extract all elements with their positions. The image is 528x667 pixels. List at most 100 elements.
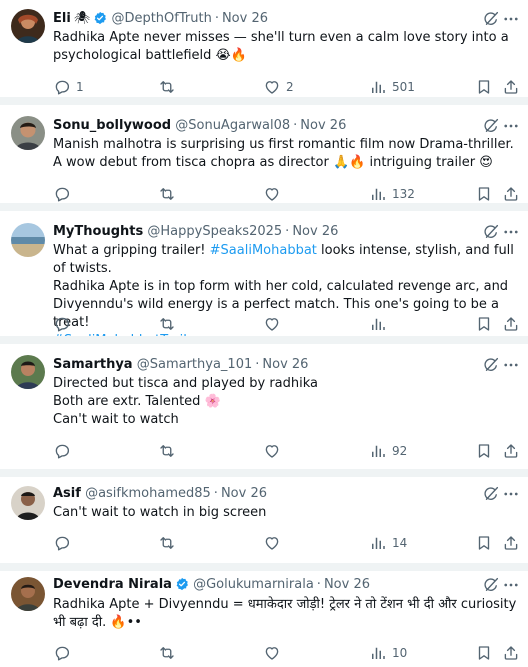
views-icon	[369, 644, 387, 662]
like-button[interactable]	[263, 441, 286, 461]
reply-button[interactable]	[53, 314, 76, 334]
avatar[interactable]	[11, 355, 45, 389]
tweet-header: Devendra Nirala @Golukumarnirala · Nov 26	[53, 575, 476, 595]
hashtag-link[interactable]: #SaaliMohabbat	[210, 243, 317, 258]
retweet-button[interactable]	[158, 77, 181, 97]
share-button[interactable]	[502, 184, 520, 204]
like-button[interactable]	[263, 533, 286, 553]
retweet-button[interactable]	[158, 184, 181, 204]
bookmark-button[interactable]	[475, 441, 493, 461]
retweet-button[interactable]	[158, 643, 181, 663]
views-button[interactable]: 132	[369, 184, 415, 204]
timestamp[interactable]: Nov 26	[292, 224, 338, 239]
separator-dot: ·	[213, 486, 218, 501]
views-icon	[369, 78, 387, 96]
more-icon[interactable]	[502, 117, 520, 135]
avatar[interactable]	[11, 116, 45, 150]
more-icon[interactable]	[502, 10, 520, 28]
share-button[interactable]	[502, 441, 520, 461]
tweet-divider	[0, 336, 528, 344]
share-icon	[502, 185, 520, 203]
reply-icon	[53, 315, 71, 333]
tweet-actions: 132	[0, 184, 528, 204]
views-button[interactable]: 92	[369, 441, 407, 461]
tweet-actions	[0, 314, 528, 334]
timestamp[interactable]: Nov 26	[262, 357, 308, 372]
author-handle[interactable]: @SonuAgarwal08	[175, 118, 290, 133]
retweet-icon	[158, 644, 176, 662]
retweet-button[interactable]	[158, 533, 181, 553]
tweet-divider	[0, 563, 528, 571]
retweet-icon	[158, 442, 176, 460]
author-name[interactable]: Sonu_bollywood	[53, 118, 171, 133]
grok-icon[interactable]	[482, 576, 500, 594]
author-name[interactable]: MyThoughts	[53, 224, 143, 239]
author-handle[interactable]: @Golukumarnirala	[193, 577, 314, 592]
author-handle[interactable]: @Samarthya_101	[137, 357, 253, 372]
tweet-actions: 92	[0, 441, 528, 461]
verified-badge-icon	[93, 11, 107, 29]
bookmark-button[interactable]	[475, 184, 493, 204]
tweet-divider	[0, 469, 528, 477]
retweet-icon	[158, 534, 176, 552]
like-button[interactable]	[263, 314, 286, 334]
author-name[interactable]: Samarthya	[53, 357, 133, 372]
views-button[interactable]: 14	[369, 533, 407, 553]
bookmark-button[interactable]	[475, 533, 493, 553]
more-icon[interactable]	[502, 485, 520, 503]
author-name[interactable]: Devendra Nirala	[53, 577, 172, 592]
views-button[interactable]: 501	[369, 77, 415, 97]
grok-icon[interactable]	[482, 223, 500, 241]
author-name[interactable]: Asif	[53, 486, 81, 501]
reply-button[interactable]: 1	[53, 77, 84, 97]
author-handle[interactable]: @asifkmohamed85	[85, 486, 211, 501]
author-name[interactable]: Eli	[53, 11, 71, 26]
reply-button[interactable]	[53, 441, 76, 461]
reply-button[interactable]	[53, 184, 76, 204]
reply-button[interactable]	[53, 533, 76, 553]
author-handle[interactable]: @HappySpeaks2025	[147, 224, 282, 239]
grok-icon[interactable]	[482, 117, 500, 135]
share-button[interactable]	[502, 533, 520, 553]
like-button[interactable]	[263, 643, 286, 663]
avatar[interactable]	[11, 486, 45, 520]
more-icon[interactable]	[502, 356, 520, 374]
timestamp[interactable]: Nov 26	[300, 118, 346, 133]
bookmark-button[interactable]	[475, 77, 493, 97]
views-count: 10	[392, 646, 408, 660]
share-button[interactable]	[502, 643, 520, 663]
avatar[interactable]	[11, 223, 45, 257]
bookmark-button[interactable]	[475, 643, 493, 663]
like-icon	[263, 644, 281, 662]
views-icon	[369, 315, 387, 333]
views-button[interactable]	[369, 314, 392, 334]
avatar[interactable]	[11, 9, 45, 43]
tweet-divider	[0, 97, 528, 105]
bookmark-icon	[475, 442, 493, 460]
retweet-button[interactable]	[158, 314, 181, 334]
timestamp[interactable]: Nov 26	[222, 11, 268, 26]
tweet-actions: 14	[0, 533, 528, 553]
grok-icon[interactable]	[482, 485, 500, 503]
more-icon[interactable]	[502, 223, 520, 241]
share-button[interactable]	[502, 314, 520, 334]
views-button[interactable]: 10	[369, 643, 407, 663]
like-button[interactable]: 2	[263, 77, 294, 97]
more-icon[interactable]	[502, 576, 520, 594]
author-handle[interactable]: @DepthOfTruth	[111, 11, 211, 26]
grok-icon[interactable]	[482, 10, 500, 28]
grok-icon[interactable]	[482, 356, 500, 374]
timestamp[interactable]: Nov 26	[221, 486, 267, 501]
like-icon	[263, 534, 281, 552]
share-button[interactable]	[502, 77, 520, 97]
timestamp[interactable]: Nov 26	[324, 577, 370, 592]
avatar[interactable]	[11, 577, 45, 611]
reply-icon	[53, 78, 71, 96]
bookmark-button[interactable]	[475, 314, 493, 334]
retweet-button[interactable]	[158, 441, 181, 461]
reply-button[interactable]	[53, 643, 76, 663]
tweet-text-line: Radhika Apte + Divyenndu = धमाकेदार जोड़…	[53, 597, 517, 630]
like-button[interactable]	[263, 184, 286, 204]
tweet-actions: 10	[0, 643, 528, 663]
views-count: 132	[392, 187, 415, 201]
